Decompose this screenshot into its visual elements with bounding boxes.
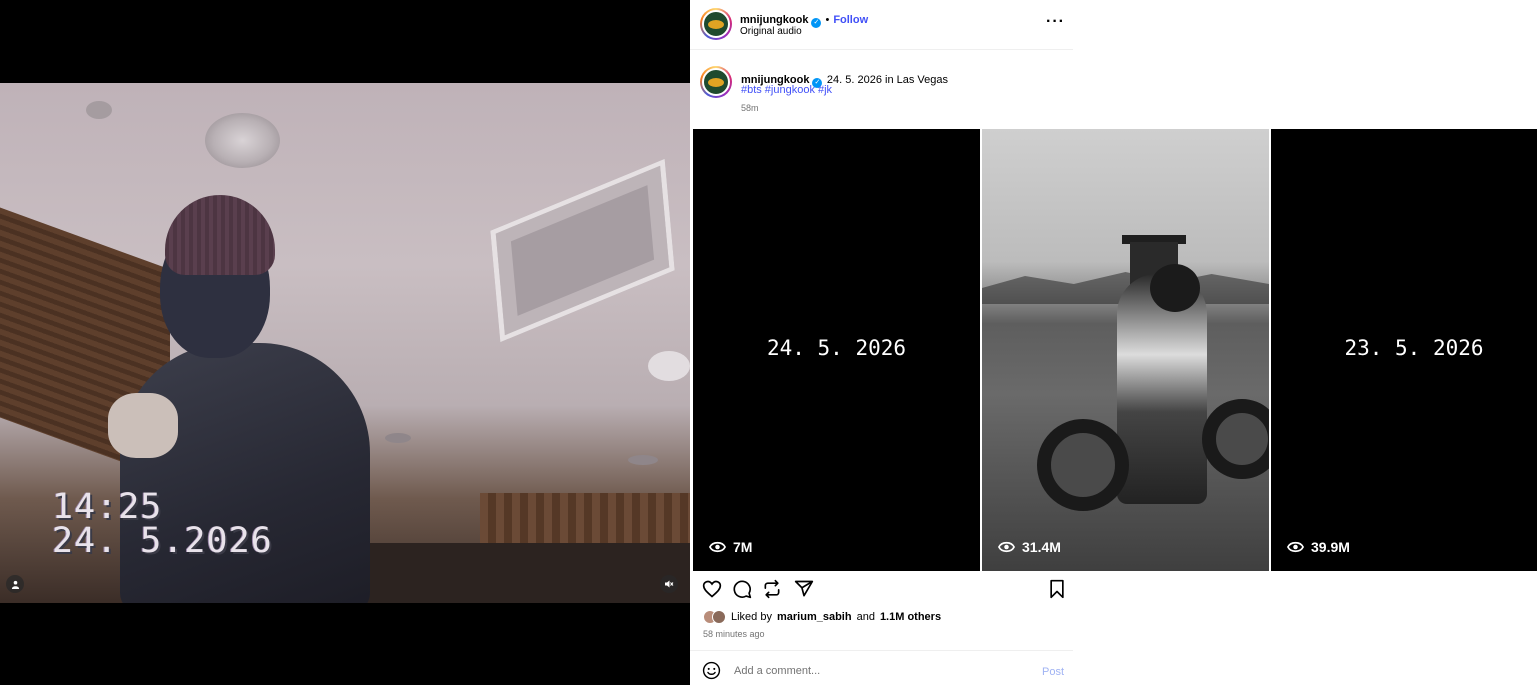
reel-tile[interactable]: 23. 5. 2026 39.9M	[1271, 129, 1537, 571]
person-fist	[108, 393, 178, 458]
video-player[interactable]: 14:25 24. 5.2026	[0, 0, 690, 685]
logo-icon	[708, 77, 724, 87]
vhs-time: 14:25	[52, 487, 163, 527]
post-comment-button[interactable]: Post	[1042, 666, 1064, 678]
post-panel: mnijungkook ✓ • Follow Original audio ··· m…	[690, 0, 1537, 685]
reel-view-count: 31.4M	[1022, 539, 1061, 555]
tagged-people-button[interactable]	[6, 575, 24, 593]
emoji-icon[interactable]	[702, 661, 721, 680]
caption-time: 58m	[741, 103, 759, 113]
repost-icon[interactable]	[762, 579, 782, 599]
username-link[interactable]: mnijungkook	[740, 14, 808, 26]
liker-avatars	[703, 610, 726, 624]
mute-button[interactable]	[660, 575, 678, 593]
vhs-date: 24. 5.2026	[52, 521, 273, 561]
ceiling-light	[648, 351, 690, 381]
likes-others-link[interactable]: 1.1M others	[880, 611, 941, 623]
hashtag-list: #bts #jungkook #jk	[741, 84, 835, 96]
ceiling-light	[628, 455, 658, 465]
bookmark-icon[interactable]	[1047, 579, 1067, 599]
reel-tile[interactable]: 31.4M	[982, 129, 1269, 571]
dot-separator: •	[825, 14, 830, 26]
comment-input[interactable]	[734, 665, 1024, 677]
post-header: mnijungkook ✓ • Follow Original audio ···	[690, 0, 1073, 50]
hashtag-link[interactable]: #bts	[741, 84, 762, 96]
hashtag-link[interactable]: #jk	[818, 84, 832, 96]
motorcycle-photo	[982, 129, 1269, 571]
ceiling-light	[385, 433, 411, 443]
hashtag-link[interactable]: #jungkook	[765, 84, 815, 96]
speaker-muted-icon	[665, 580, 674, 588]
original-audio-link[interactable]: Original audio	[740, 26, 802, 37]
ceiling-vent	[490, 158, 675, 343]
eye-icon	[1287, 541, 1304, 553]
likes-joiner: and	[856, 611, 875, 623]
liker-username-link[interactable]: marium_sabih	[777, 611, 852, 623]
reel-views: 39.9M	[1287, 539, 1350, 555]
comment-icon[interactable]	[732, 579, 752, 599]
reel-view-count: 39.9M	[1311, 539, 1350, 555]
reel-views: 7M	[709, 539, 752, 555]
caption: mnijungkook ✓ 24. 5. 2026 in Las Vegas #b…	[690, 58, 1073, 118]
reel-date-text: 24. 5. 2026	[766, 336, 907, 360]
ceiling-light	[205, 113, 280, 168]
avatar	[712, 610, 726, 624]
caption-avatar[interactable]	[700, 66, 732, 98]
ceiling-light	[86, 101, 112, 119]
beanie	[165, 195, 275, 275]
more-options-button[interactable]: ···	[1046, 13, 1065, 31]
post-timestamp: 58 minutes ago	[703, 629, 765, 639]
likes-summary: Liked by marium_sabih and 1.1M others	[703, 610, 941, 624]
reel-views: 31.4M	[998, 539, 1061, 555]
eye-icon	[709, 541, 726, 553]
verified-badge-icon: ✓	[811, 18, 822, 28]
share-icon[interactable]	[794, 579, 814, 599]
caption-text: 24. 5. 2026 in Las Vegas	[826, 74, 949, 86]
avatar[interactable]	[700, 8, 732, 40]
user-icon	[11, 580, 19, 589]
action-bar	[690, 571, 1073, 607]
person-figure	[120, 343, 370, 603]
comment-bar: Post	[690, 650, 1073, 685]
vhs-timestamp: 14:25 24. 5.2026	[52, 487, 273, 561]
reel-tile[interactable]: 24. 5. 2026 7M	[693, 129, 980, 571]
reel-grid: 24. 5. 2026 7M 31.4M 23. 5. 2026 39.9M	[693, 129, 1537, 571]
eye-icon	[998, 541, 1015, 553]
heart-icon[interactable]	[702, 579, 722, 599]
video-frame[interactable]: 14:25 24. 5.2026	[0, 83, 690, 603]
follow-button[interactable]: Follow	[833, 14, 868, 26]
reel-date-text: 23. 5. 2026	[1344, 336, 1484, 360]
reel-view-count: 7M	[733, 539, 753, 555]
liked-by-label: Liked by	[731, 611, 772, 623]
logo-icon	[708, 19, 724, 29]
